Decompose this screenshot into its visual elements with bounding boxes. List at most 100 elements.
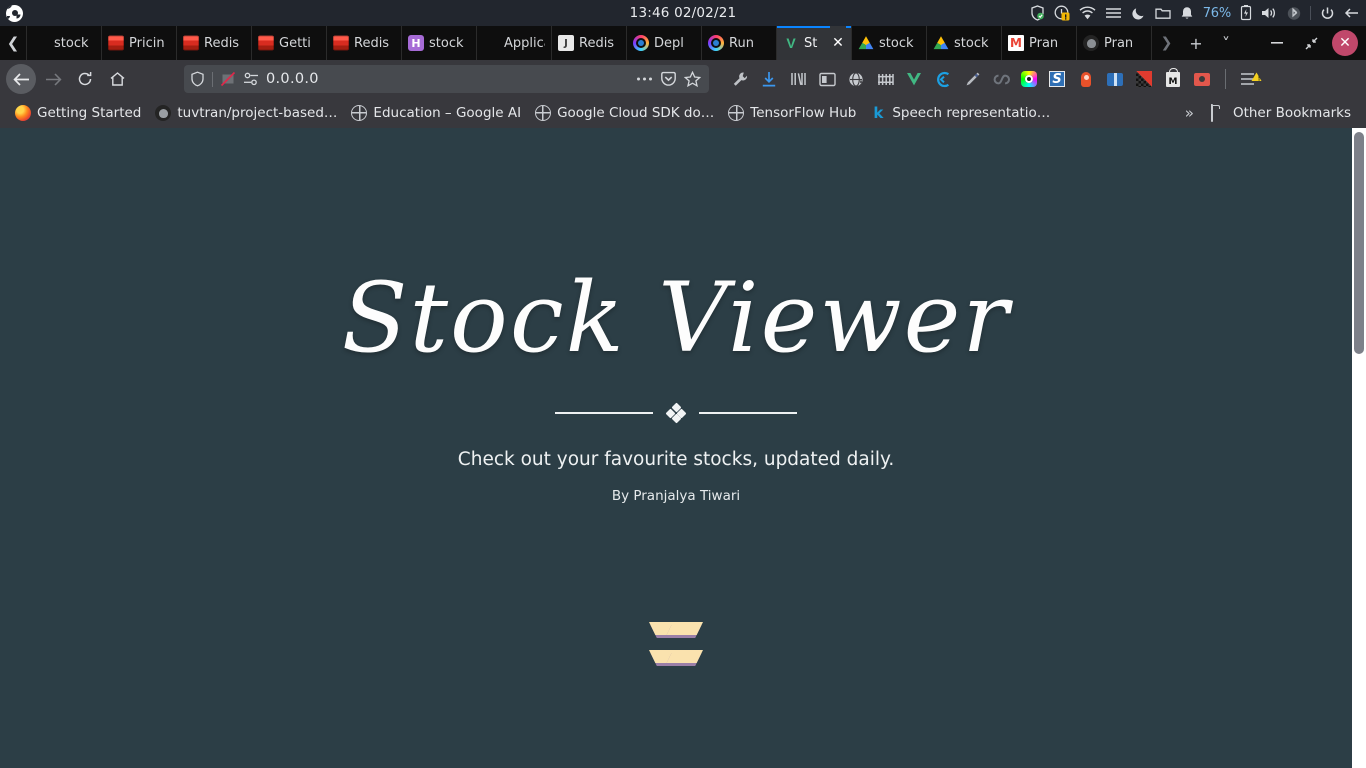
tab-title: Redis [579,35,615,51]
divider-line-right [699,412,797,414]
url-text[interactable]: 0.0.0.0 [266,71,319,87]
bookmark-item[interactable]: tuvtran/project-based… [148,101,344,125]
bookmark-item[interactable]: k Speech representatio… [863,101,1057,125]
bookmark-item[interactable]: Education – Google AI [344,101,528,125]
downloads-icon[interactable] [760,70,778,88]
chevron-down-upper [649,622,703,648]
ellipsis-icon[interactable] [633,76,655,82]
app-menu-icon-with-warning[interactable] [1240,70,1262,88]
firefox-icon [15,105,31,121]
page-viewport: Stock Viewer Check out your favourite st… [0,128,1366,768]
vue-devtools-icon[interactable] [905,70,923,88]
browser-tab[interactable]: stock [851,26,926,60]
bookmark-label: TensorFlow Hub [750,105,857,121]
home-icon[interactable] [102,64,132,94]
k-icon: k [873,104,884,122]
browser-tab[interactable]: M Pran [1001,26,1076,60]
window-minimize-button[interactable] [1260,26,1294,60]
drive-favicon-icon [858,36,874,50]
browser-tab[interactable]: Redis [176,26,251,60]
browser-tab[interactable]: Pran [1076,26,1151,60]
browser-tab-strip: ❮ stock Pricin Redis Getti Redis Hstock Applic… [0,26,1366,60]
tab-close-button[interactable]: ✕ [830,26,846,60]
browser-toolbar-icons: S M [731,67,1268,89]
sidebar-icon[interactable] [818,70,836,88]
browser-tab[interactable]: Applicat [476,26,551,60]
tab-scroll-left-button[interactable]: ❮ [0,26,26,60]
browser-tab[interactable]: Hstock [401,26,476,60]
grid-columns-icon[interactable] [876,70,894,88]
bookmark-label: tuvtran/project-based… [177,105,338,121]
other-bookmarks-label: Other Bookmarks [1232,105,1351,121]
system-clock: 13:46 02/02/21 [629,5,737,21]
browser-tab[interactable]: Pricin [101,26,176,60]
bookmark-item[interactable]: Google Cloud SDK do… [528,101,721,125]
folder-icon [1210,104,1227,122]
browser-tab[interactable]: Getti [251,26,326,60]
list-all-tabs-button[interactable]: ˅ [1211,26,1241,60]
bookmark-star-icon[interactable] [681,71,703,87]
url-separator [212,71,213,87]
browser-nav-bar: 0.0.0.0 S M [0,60,1366,98]
wrench-devtools-icon[interactable] [731,70,749,88]
reader-mode-blocked-icon[interactable] [220,71,236,87]
blank-favicon-icon [483,35,499,51]
browser-tab[interactable]: Redis [326,26,401,60]
double-chevron-down-icon[interactable] [649,622,703,676]
url-right-actions [633,71,703,87]
redis-favicon-icon [258,35,274,51]
tab-title: Redis [204,35,240,51]
tab-title: Redis [354,35,390,51]
bookmarks-toolbar: Getting Started tuvtran/project-based… Edu… [0,98,1366,128]
tab-title: Pran [1029,35,1059,51]
globe-icon [728,105,745,121]
browser-tab[interactable]: J Redis [551,26,626,60]
tab-title: Applicat [504,35,545,51]
tab-title: Depl [654,35,684,51]
fire-extension-icon[interactable] [1077,70,1095,88]
browser-tab[interactable]: V St ✕ [776,26,851,60]
window-close-button[interactable]: ✕ [1332,30,1358,56]
tab-overflow-button[interactable]: ❯ [1151,26,1181,60]
browser-tab[interactable]: Depl [626,26,701,60]
camera-extension-icon[interactable] [1193,70,1211,88]
double-chevron-right-icon[interactable]: » [1175,104,1204,122]
chevron-down-lower [649,650,703,676]
page-byline: By Pranjalya Tiwari [611,488,741,504]
package-extension-icon[interactable] [1106,70,1124,88]
back-arrow-icon[interactable] [6,64,36,94]
redis-favicon-icon [108,35,124,51]
gmail-favicon-icon: M [1008,35,1024,51]
bookmark-item[interactable]: TensorFlow Hub [721,101,863,125]
heroku-favicon-icon: H [408,35,424,51]
forward-arrow-icon[interactable] [38,64,68,94]
tab-title: stock [879,35,914,51]
browser-tab[interactable]: stock [926,26,1001,60]
page-scrollbar[interactable] [1352,128,1366,768]
m-lock-extension-icon[interactable]: M [1164,67,1182,88]
color-ring-extension-icon[interactable] [1021,71,1037,87]
new-tab-button[interactable]: + [1181,26,1211,60]
bookmarks-right-section: » Other Bookmarks [1175,101,1358,125]
pen-extension-icon[interactable] [963,70,981,88]
s-extension-icon[interactable]: S [1048,70,1066,88]
other-bookmarks-folder[interactable]: Other Bookmarks [1204,101,1358,125]
loop-extension-icon[interactable] [992,70,1010,88]
browser-tab[interactable]: Run [701,26,776,60]
system-status-bar: 13:46 02/02/21 76% [0,0,1366,26]
browser-tab[interactable]: stock [26,26,101,60]
tracking-protection-shield-icon[interactable] [190,71,205,87]
c-extension-icon[interactable] [934,70,952,88]
shield-alert-icon[interactable] [847,70,865,88]
bookmark-label: Getting Started [37,105,142,121]
scrollbar-thumb[interactable] [1354,132,1364,354]
bookmark-item[interactable]: Getting Started [8,101,148,125]
library-icon[interactable] [789,70,807,88]
window-restore-button[interactable] [1294,26,1328,60]
checker-triangle-extension-icon[interactable] [1135,70,1153,88]
url-bar[interactable]: 0.0.0.0 [184,65,709,93]
reload-icon[interactable] [70,64,100,94]
site-permissions-icon[interactable] [243,72,259,86]
pocket-icon[interactable] [657,71,679,87]
tab-title: stock [429,35,464,51]
